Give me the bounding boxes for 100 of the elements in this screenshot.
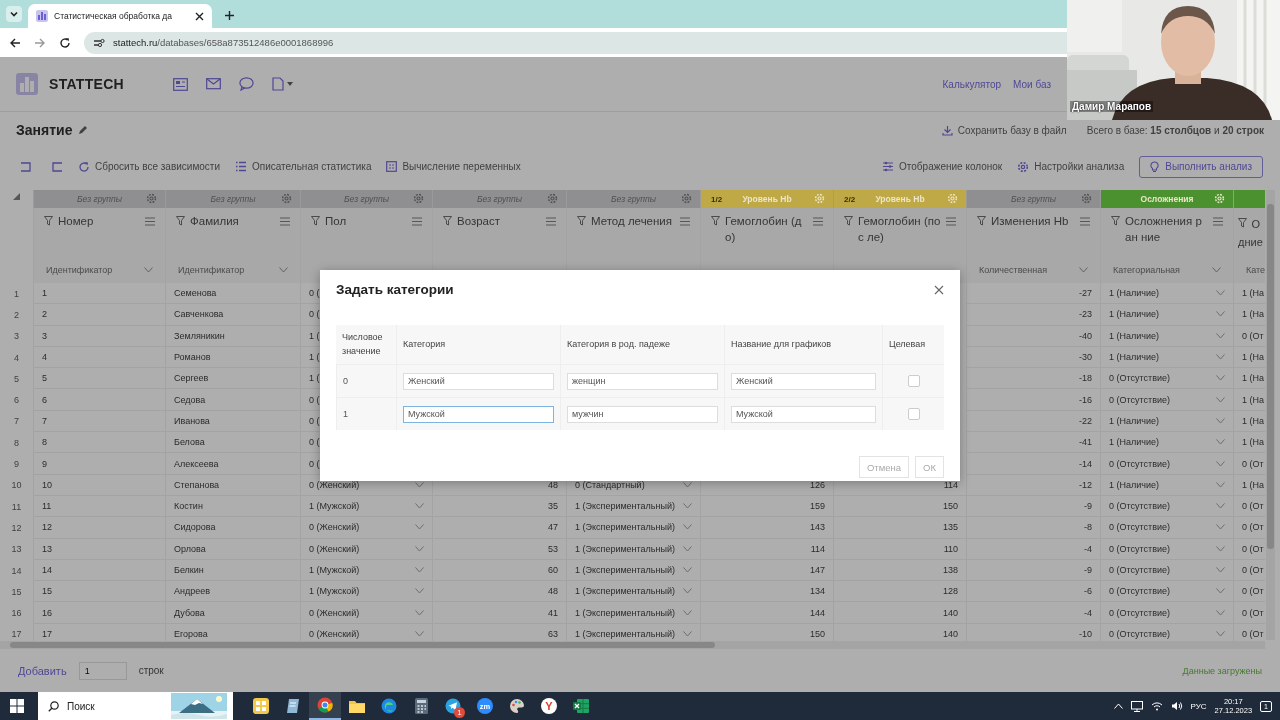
checkbox[interactable]	[907, 375, 920, 387]
text-field[interactable]: Мужской	[731, 405, 876, 423]
taskbar-app[interactable]: 1	[437, 692, 469, 720]
column-header[interactable]: Гемоглобин (пос ле)	[833, 208, 966, 256]
type-dropdown[interactable]: Идентификатор	[165, 256, 300, 283]
type-dropdown[interactable]: Категориальная	[1100, 256, 1233, 283]
dropdown-cell[interactable]: 1 (Наличие)	[1100, 474, 1233, 496]
dropdown-cell[interactable]: 0 (Отсутствие)	[1100, 538, 1233, 560]
filter-icon[interactable]	[1238, 218, 1247, 228]
type-dropdown[interactable]: Кате	[1233, 256, 1265, 283]
menu-icon[interactable]	[280, 217, 290, 226]
nav-link[interactable]: Калькулятор	[942, 78, 1002, 90]
menu-icon[interactable]	[946, 217, 956, 226]
row-count-field[interactable]: 1	[78, 661, 127, 680]
text-field[interactable]: Женский	[731, 372, 876, 390]
toolbar-button[interactable]: Отображение колонок	[882, 161, 1003, 172]
column-header[interactable]: Фамилия	[165, 208, 300, 256]
dropdown-cell[interactable]: 0 (Отсутствие)	[1100, 453, 1233, 475]
chat-icon[interactable]	[239, 77, 254, 91]
dropdown-cell[interactable]: 1 (Наличие)	[1100, 410, 1233, 433]
pencil-icon[interactable]	[78, 125, 89, 135]
type-dropdown[interactable]: Идентификатор	[33, 256, 165, 283]
toolbar-button[interactable]: Вычисление переменных	[386, 161, 521, 172]
browser-tab[interactable]: Статистическая обработка да	[28, 4, 212, 28]
gear-icon[interactable]	[281, 193, 292, 204]
text-field[interactable]: Мужской	[403, 405, 554, 423]
save-link[interactable]: Сохранить базу в файл	[941, 124, 1067, 136]
dropdown-cell[interactable]: 0 (Женский)	[300, 538, 432, 560]
menu-icon[interactable]	[1080, 217, 1090, 226]
column-header[interactable]: Метод лечения	[566, 208, 700, 256]
add-link[interactable]: Добавить	[18, 664, 67, 677]
menu-icon[interactable]	[680, 217, 690, 226]
dropdown-cell[interactable]: 0 (Отсутствие)	[1100, 581, 1233, 603]
close-icon[interactable]	[195, 11, 204, 21]
column-header[interactable]: Пол	[300, 208, 432, 256]
gear-icon[interactable]	[413, 193, 424, 204]
column-header[interactable]: Изменения Hb	[966, 208, 1100, 256]
tab-list-button[interactable]	[6, 6, 22, 22]
windows-logo-icon[interactable]	[10, 699, 24, 713]
dropdown-cell[interactable]: 1 (Экспериментальный)	[566, 559, 700, 582]
new-tab-icon[interactable]	[224, 10, 235, 21]
dropdown-cell[interactable]: 0 (Отсутствие)	[1100, 495, 1233, 518]
search-field[interactable]: Поиск	[38, 692, 233, 720]
file-dropdown-icon[interactable]	[272, 77, 294, 91]
dropdown-cell[interactable]: 1 (Мужской)	[300, 495, 432, 518]
toolbar-button[interactable]: Сбросить все зависимости	[78, 160, 220, 173]
filter-icon[interactable]	[977, 216, 986, 226]
dropdown-cell[interactable]: 1 (Экспериментальный)	[566, 602, 700, 624]
menu-icon[interactable]	[813, 217, 823, 226]
filter-icon[interactable]	[176, 216, 185, 226]
dropdown-cell[interactable]: 1 (Экспериментальный)	[566, 581, 700, 603]
taskbar-app[interactable]	[309, 692, 341, 720]
gear-icon[interactable]	[146, 193, 157, 204]
dropdown-cell[interactable]: 1 (Мужской)	[300, 559, 432, 582]
dropdown-cell[interactable]: 0 (Отсутствие)	[1100, 389, 1233, 411]
back-icon[interactable]	[9, 36, 21, 49]
dropdown-cell[interactable]: 0 (Отсутствие)	[1100, 559, 1233, 582]
dropdown-cell[interactable]: 0 (Отсутствие)	[1100, 517, 1233, 539]
menu-icon[interactable]	[145, 217, 155, 226]
mail-icon[interactable]	[206, 77, 221, 91]
gear-icon[interactable]	[547, 193, 558, 204]
dropdown-cell[interactable]: 1 (Экспериментальный)	[566, 517, 700, 539]
dropdown-cell[interactable]: 0 (Женский)	[300, 602, 432, 624]
dropdown-cell[interactable]: 1 (Наличие)	[1100, 283, 1233, 305]
filter-icon[interactable]	[44, 216, 53, 226]
filter-icon[interactable]	[844, 216, 853, 226]
language-indicator[interactable]: РУС	[1190, 701, 1207, 711]
dropdown-cell[interactable]: 1 (Наличие)	[1100, 325, 1233, 347]
toolbar-button[interactable]: Настройки анализа	[1017, 160, 1125, 173]
column-header[interactable]: О дние	[1233, 208, 1265, 256]
site-settings-icon[interactable]	[93, 37, 105, 48]
undo-icon[interactable]	[20, 161, 32, 172]
text-field[interactable]: мужчин	[567, 405, 718, 423]
filter-icon[interactable]	[1111, 216, 1120, 226]
dropdown-cell[interactable]: 0 (Отсутствие)	[1100, 368, 1233, 390]
column-header[interactable]: Гемоглобин (до)	[700, 208, 833, 256]
dropdown-cell[interactable]: 1 (Экспериментальный)	[566, 538, 700, 560]
caret-up-icon[interactable]	[1113, 703, 1123, 709]
filter-icon[interactable]	[711, 216, 720, 226]
column-header[interactable]: Возраст	[432, 208, 566, 256]
document-icon[interactable]	[173, 77, 188, 91]
menu-icon[interactable]	[546, 217, 556, 226]
checkbox[interactable]	[907, 408, 920, 420]
dropdown-cell[interactable]: 1 (Экспериментальный)	[566, 495, 700, 518]
scrollbar-thumb[interactable]	[1267, 204, 1274, 549]
type-dropdown[interactable]: Количественная	[966, 256, 1100, 283]
menu-icon[interactable]	[412, 217, 422, 226]
toolbar-button[interactable]: Описательная статистика	[235, 161, 372, 172]
run-analysis-button[interactable]: Выполнить анализ	[1139, 155, 1263, 178]
triangle-icon[interactable]	[13, 193, 20, 200]
scrollbar-thumb[interactable]	[10, 642, 715, 648]
dropdown-cell[interactable]: 1 (Наличие)	[1100, 304, 1233, 326]
gear-icon[interactable]	[681, 193, 692, 204]
monitor-icon[interactable]	[1130, 700, 1143, 712]
filter-icon[interactable]	[443, 216, 452, 226]
dropdown-cell[interactable]: 0 (Женский)	[300, 517, 432, 539]
speaker-icon[interactable]	[1170, 701, 1183, 711]
gear-icon[interactable]	[1081, 193, 1092, 204]
dropdown-cell[interactable]: 1 (Наличие)	[1100, 346, 1233, 369]
menu-icon[interactable]	[1213, 217, 1223, 226]
